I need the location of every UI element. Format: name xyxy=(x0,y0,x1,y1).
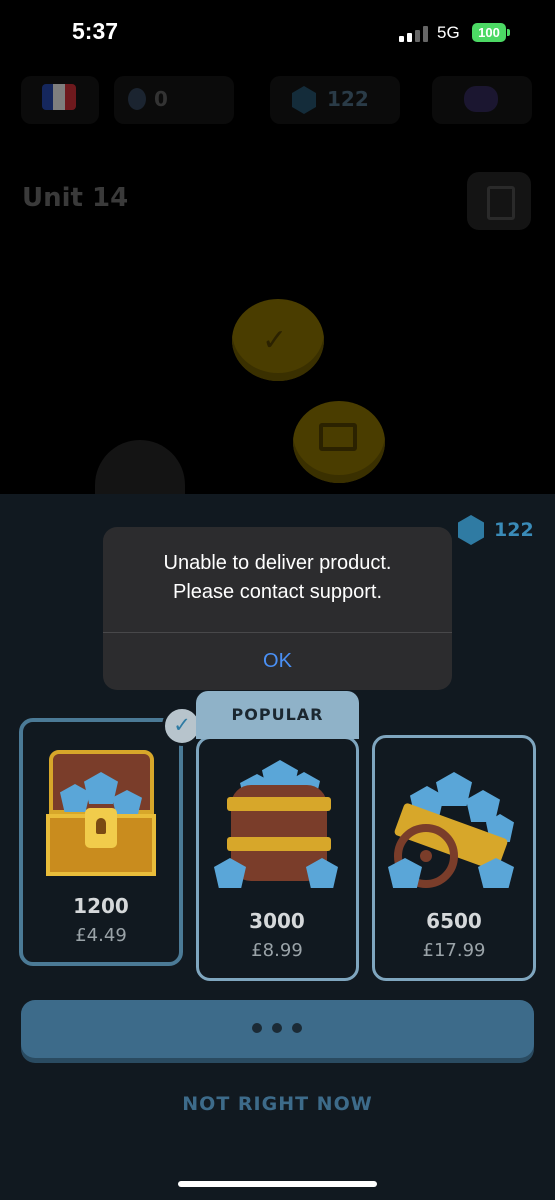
story-lesson-node[interactable] xyxy=(293,401,385,483)
keyhole-icon xyxy=(85,808,117,848)
gem-icon xyxy=(458,515,484,545)
mascot-character xyxy=(95,440,185,500)
alert-ok-button[interactable]: OK xyxy=(103,633,452,690)
alert-message: Unable to deliver product. Please contac… xyxy=(103,549,452,607)
status-time: 5:37 xyxy=(72,18,119,44)
package-price: £17.99 xyxy=(422,940,486,961)
french-flag-icon xyxy=(42,84,76,110)
completed-lesson-node[interactable]: ✓ xyxy=(232,299,324,381)
package-amount: 6500 xyxy=(426,909,482,933)
package-amount: 3000 xyxy=(249,909,305,933)
alert-message-line-2: Please contact support. xyxy=(172,581,382,603)
book-icon xyxy=(319,423,357,451)
package-amount: 1200 xyxy=(73,894,129,918)
battery-tip xyxy=(507,29,510,36)
shop-gem-balance: 122 xyxy=(458,515,534,545)
network-type: 5G xyxy=(437,23,460,42)
package-price: £4.49 xyxy=(75,925,127,946)
popular-badge: POPULAR xyxy=(196,691,359,739)
crystal-icon xyxy=(464,86,498,112)
guidebook-button[interactable] xyxy=(467,172,531,230)
checkmark-icon: ✓ xyxy=(262,323,288,358)
not-right-now-button[interactable]: NOT RIGHT NOW xyxy=(0,1093,555,1115)
shop-gem-balance-value: 122 xyxy=(494,519,534,541)
battery-level: 100 xyxy=(478,25,500,40)
streak-value: 0 xyxy=(154,87,168,111)
loading-dots-icon xyxy=(252,1023,302,1033)
unit-title: Unit 14 xyxy=(22,183,129,213)
gem-icon xyxy=(292,86,316,114)
package-price: £8.99 xyxy=(251,940,303,961)
cellular-signal-icon xyxy=(399,26,429,42)
streak-counter[interactable]: 0 xyxy=(114,76,234,124)
notebook-icon xyxy=(487,186,515,220)
hearts-button[interactable] xyxy=(432,76,532,124)
stopwatch-icon xyxy=(128,88,146,110)
alert-message-line-1: Unable to deliver product. xyxy=(163,552,392,574)
battery-icon: 100 xyxy=(472,23,506,42)
home-indicator[interactable] xyxy=(178,1181,377,1187)
gem-counter[interactable]: 122 xyxy=(270,76,400,124)
gem-value: 122 xyxy=(327,87,369,111)
